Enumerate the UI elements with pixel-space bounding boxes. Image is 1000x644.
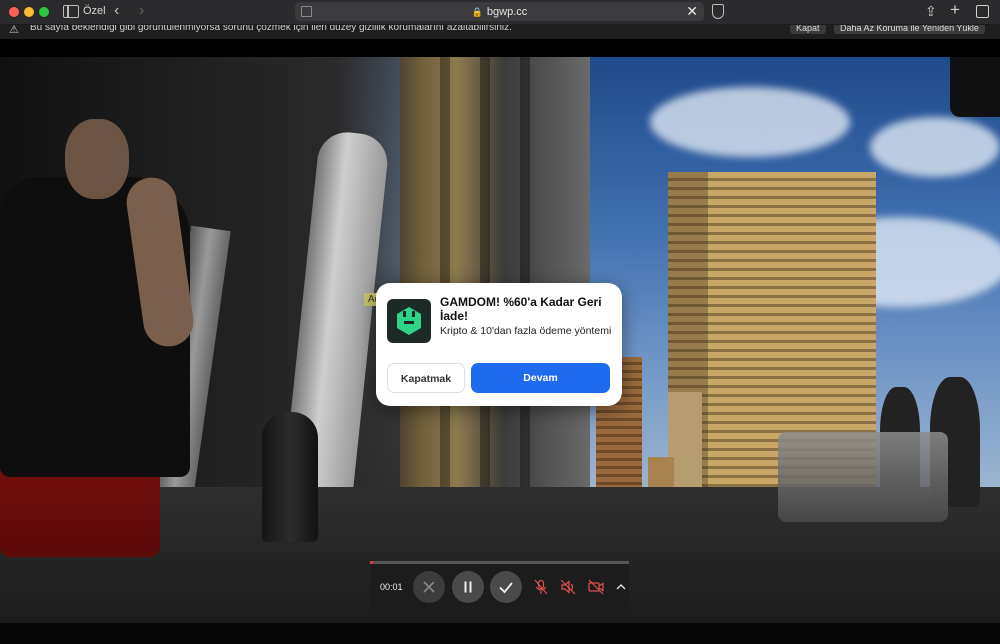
speaker-muted-icon[interactable]	[559, 578, 577, 596]
window-close-button[interactable]	[9, 7, 19, 17]
url-display[interactable]: 🔒 bgwp.cc	[295, 6, 704, 18]
recording-controls: 00:01	[370, 561, 629, 613]
back-arrow-icon[interactable]: ‹	[114, 2, 119, 20]
pause-icon	[464, 581, 472, 593]
lock-icon: 🔒	[471, 7, 483, 17]
ad-close-button[interactable]: Kapatmak	[387, 363, 465, 393]
ad-continue-button[interactable]: Devam	[471, 363, 610, 393]
mic-muted-icon[interactable]	[532, 578, 550, 596]
pause-button[interactable]	[452, 571, 484, 603]
elapsed-time: 00:01	[380, 582, 403, 592]
browser-titlebar: Özel ‹ › 🔒 bgwp.cc ✕ ⇪ +	[0, 0, 1000, 25]
warning-close-button[interactable]: Kapat	[790, 25, 826, 34]
window-minimize-button[interactable]	[24, 7, 34, 17]
sidebar-toggle-icon[interactable]	[63, 5, 79, 18]
warning-icon: ⚠	[9, 25, 19, 36]
gamdom-logo-icon	[387, 299, 431, 343]
privacy-warning-bar: ⚠ Bu sayfa beklendiği gibi görüntülenmiy…	[0, 25, 1000, 39]
progress-track[interactable]	[370, 561, 629, 564]
check-icon	[499, 582, 513, 594]
share-icon[interactable]: ⇪	[925, 3, 937, 20]
chevron-up-icon[interactable]	[612, 578, 630, 596]
confirm-button[interactable]	[490, 571, 522, 603]
stop-loading-icon[interactable]: ✕	[686, 3, 698, 20]
url-text: bgwp.cc	[486, 6, 528, 18]
new-tab-icon[interactable]: +	[950, 0, 960, 20]
progress-fill	[370, 561, 373, 564]
address-bar[interactable]: 🔒 bgwp.cc ✕	[295, 2, 704, 21]
tab-overview-icon[interactable]	[976, 5, 989, 18]
warning-text: Bu sayfa beklendiği gibi görüntülenmiyor…	[30, 25, 512, 33]
ad-title: GAMDOM! %60'a Kadar Geri İade!	[440, 295, 602, 323]
cancel-icon	[423, 581, 435, 593]
camera-off-icon[interactable]	[587, 578, 605, 596]
ad-dialog: GAMDOM! %60'a Kadar Geri İade! Kripto & …	[376, 283, 622, 406]
bottom-strip	[0, 623, 1000, 644]
forward-arrow-icon[interactable]: ›	[139, 2, 144, 20]
window-zoom-button[interactable]	[39, 7, 49, 17]
private-window-label: Özel	[83, 5, 106, 17]
privacy-shield-icon[interactable]	[712, 4, 724, 19]
cancel-button[interactable]	[413, 571, 445, 603]
reload-less-protection-button[interactable]: Daha Az Koruma ile Yeniden Yükle	[834, 25, 985, 34]
ad-description: Kripto & 10'dan fazla ödeme yöntemi	[440, 325, 612, 337]
